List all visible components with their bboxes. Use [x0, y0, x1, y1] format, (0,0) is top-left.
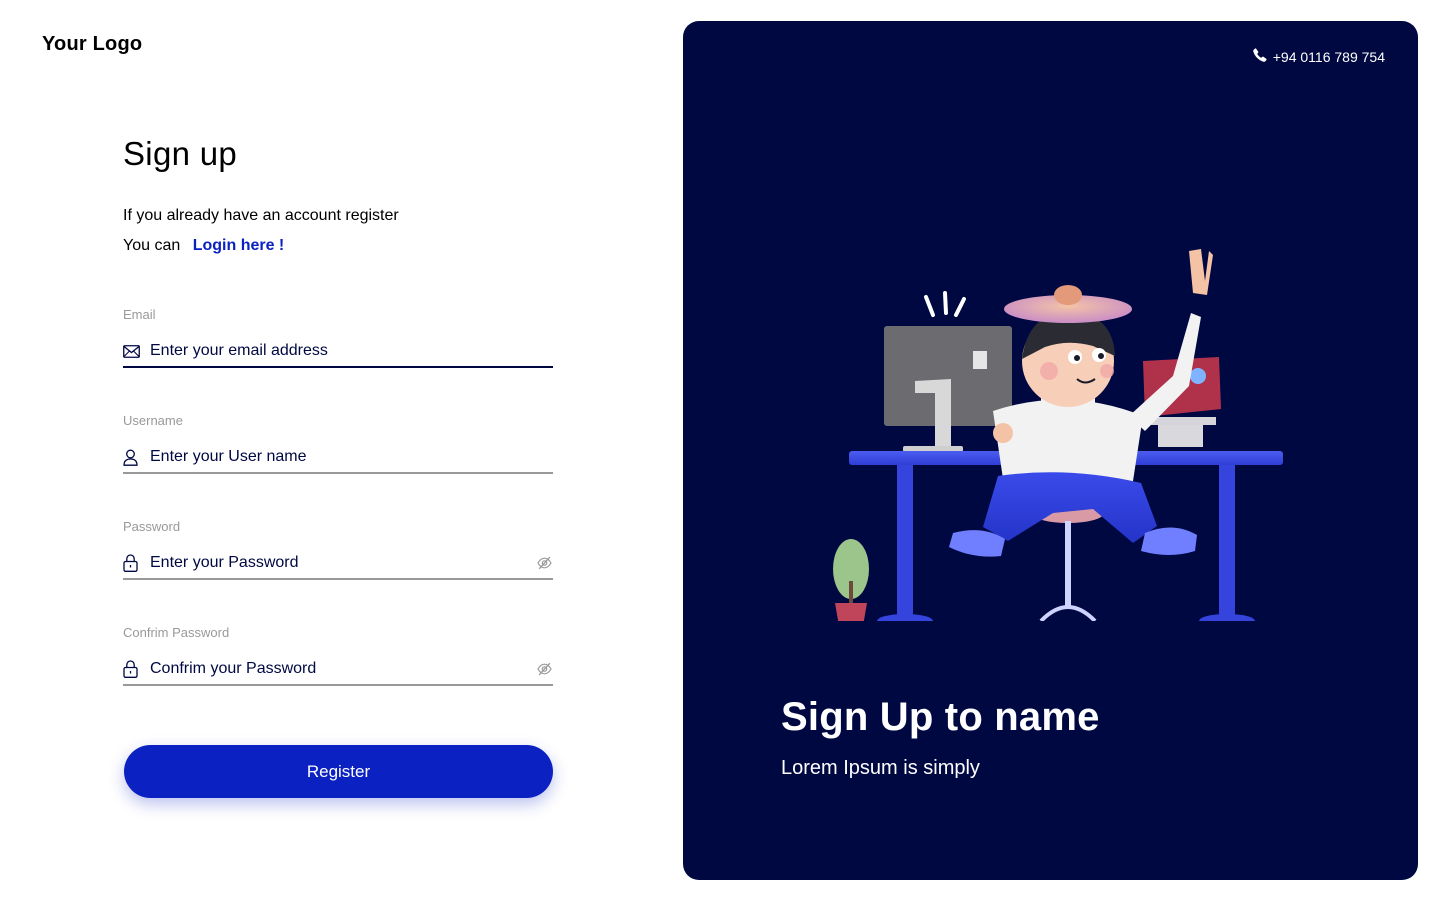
- username-input[interactable]: [150, 445, 510, 469]
- motion-lines: [924, 291, 966, 317]
- intro-line-1: If you already have an account register: [123, 207, 399, 224]
- intro-line-2: You can Login here !: [123, 231, 553, 261]
- register-button[interactable]: Register: [124, 745, 553, 798]
- eye-off-icon[interactable]: [537, 662, 553, 678]
- password-input[interactable]: [150, 551, 510, 575]
- signup-form: Sign up If you already have an account r…: [123, 135, 553, 798]
- confirm-password-label: Confrim Password: [123, 625, 230, 640]
- chair: [1032, 503, 1104, 621]
- logo: Your Logo: [42, 33, 143, 55]
- username-field-group: Username: [123, 413, 553, 474]
- eye-off-icon[interactable]: [537, 556, 553, 572]
- confirm-password-field-row: [123, 654, 553, 686]
- hero-panel: +94 0116 789 754 Sign Up to name Lorem I…: [683, 21, 1418, 880]
- username-label: Username: [123, 413, 183, 428]
- phone-number: +94 0116 789 754: [1272, 48, 1385, 65]
- email-input[interactable]: [150, 339, 510, 363]
- contact-phone[interactable]: +94 0116 789 754: [1252, 48, 1385, 65]
- password-field-group: Password: [123, 519, 553, 580]
- confirm-password-input[interactable]: [150, 657, 510, 681]
- password-label: Password: [123, 519, 181, 534]
- confirm-password-field-group: Confrim Password: [123, 625, 553, 686]
- user-icon: [123, 448, 141, 466]
- password-field-row: [123, 548, 553, 580]
- email-field-row: [123, 336, 553, 368]
- panel-subtitle: Lorem Ipsum is simply: [781, 757, 980, 779]
- signup-intro: If you already have an account register …: [123, 201, 553, 261]
- page-title: Sign up: [123, 135, 238, 172]
- username-field-row: [123, 442, 553, 474]
- lock-icon: [123, 660, 141, 678]
- email-field-group: Email: [123, 307, 553, 368]
- intro-prefix: You can: [123, 237, 181, 254]
- panel-title: Sign Up to name: [781, 695, 1100, 739]
- laptop: [1128, 357, 1221, 447]
- email-label: Email: [123, 307, 156, 322]
- hero-illustration: [833, 249, 1283, 621]
- phone-icon: [1252, 48, 1267, 65]
- login-link[interactable]: Login here !: [193, 237, 285, 254]
- mail-icon: [123, 342, 141, 360]
- lock-icon: [123, 554, 141, 572]
- monitor: [884, 326, 1012, 452]
- plant: [833, 539, 869, 621]
